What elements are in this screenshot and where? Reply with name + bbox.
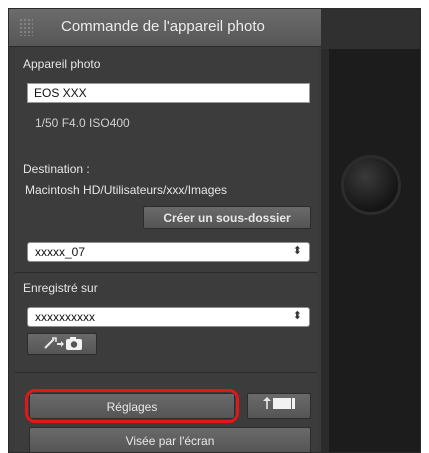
divider <box>15 272 317 273</box>
divider <box>15 372 317 373</box>
drag-grip-icon[interactable] <box>19 18 33 36</box>
upload-to-camera-icon <box>263 397 295 409</box>
live-view-button[interactable]: Visée par l'écran <box>29 427 311 452</box>
destination-label: Destination : <box>23 162 90 176</box>
transfer-to-camera-icon <box>44 337 82 350</box>
remote-shooting-area <box>321 9 420 452</box>
destination-path: Macintosh HD/Utilisateurs/xxx/Images <box>25 183 228 197</box>
camera-settings-panel: Appareil photo EOS XXX 1/50 F4.0 ISO400 … <box>15 47 317 452</box>
folder-select-value: xxxxx_07 <box>35 245 86 259</box>
exposure-settings: 1/50 F4.0 ISO400 <box>35 116 130 130</box>
select-caret-icon: ⬍ <box>292 245 302 257</box>
select-caret-icon: ⬍ <box>292 310 302 322</box>
settings-highlight <box>25 389 239 423</box>
transfer-to-camera-button[interactable] <box>27 333 97 355</box>
window-title: Commande de l'appareil photo <box>61 18 265 35</box>
shutter-dial[interactable] <box>341 155 401 215</box>
save-to-select[interactable]: xxxxxxxxxx ⬍ <box>27 307 310 327</box>
camera-model-field: EOS XXX <box>27 83 310 103</box>
save-to-select-value: xxxxxxxxxx <box>35 310 95 324</box>
save-to-label: Enregistré sur <box>23 281 98 295</box>
folder-select[interactable]: xxxxx_07 ⬍ <box>27 242 310 262</box>
create-subfolder-button[interactable]: Créer un sous-dossier <box>143 206 311 229</box>
camera-control-window: Commande de l'appareil photo Appareil ph… <box>8 8 421 453</box>
upload-settings-button[interactable] <box>247 393 311 419</box>
camera-section-label: Appareil photo <box>23 57 101 71</box>
